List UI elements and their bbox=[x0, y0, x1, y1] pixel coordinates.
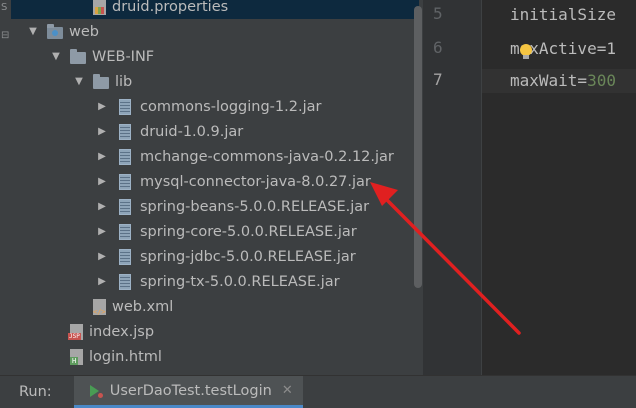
run-config-icon bbox=[88, 384, 103, 398]
collapse-arrow-icon[interactable]: ▶ bbox=[96, 251, 108, 263]
project-tree-scrollbar[interactable] bbox=[414, 6, 422, 288]
xml-file-icon bbox=[93, 298, 106, 316]
tree-item[interactable]: ▼ WEB-INF bbox=[11, 44, 419, 69]
tree-item-jar[interactable]: ▶ spring-core-5.0.0.RELEASE.jar bbox=[11, 219, 419, 244]
jar-icon bbox=[119, 223, 131, 240]
tree-item-label: druid-1.0.9.jar bbox=[140, 123, 244, 140]
expand-arrow-icon[interactable]: ▼ bbox=[27, 26, 39, 38]
folder-icon bbox=[93, 73, 109, 89]
collapse-arrow-icon[interactable]: ▶ bbox=[96, 151, 108, 163]
editor-gutter: 5 6 7 bbox=[423, 0, 482, 375]
collapse-arrow-icon[interactable]: ▶ bbox=[96, 176, 108, 188]
jsp-file-icon bbox=[68, 323, 83, 340]
line-number: 7 bbox=[433, 70, 443, 89]
tree-item-label: commons-logging-1.2.jar bbox=[140, 98, 322, 115]
tree-item[interactable]: ▼ lib bbox=[11, 69, 419, 94]
jar-icon bbox=[119, 273, 131, 290]
line-number: 6 bbox=[433, 38, 443, 57]
tree-item-jar[interactable]: ▶ spring-tx-5.0.0.RELEASE.jar bbox=[11, 269, 419, 294]
jar-icon bbox=[119, 248, 131, 265]
run-tab-userdaotest[interactable]: UserDaoTest.testLogin ✕ bbox=[73, 376, 303, 408]
tool-strip-glyph: S bbox=[1, 2, 8, 13]
close-icon[interactable]: ✕ bbox=[282, 383, 293, 398]
web-folder-icon bbox=[47, 23, 63, 39]
tree-item-label: web bbox=[69, 23, 99, 40]
tree-item-label: login.html bbox=[89, 348, 162, 365]
tree-item[interactable]: login.html bbox=[11, 344, 419, 369]
tree-item-jar[interactable]: ▶ commons-logging-1.2.jar bbox=[11, 94, 419, 119]
run-label: Run: bbox=[19, 384, 52, 400]
editor-pane[interactable]: maxWait=300 maxActive=1 initialSize bbox=[482, 0, 636, 375]
jar-icon bbox=[119, 173, 131, 190]
properties-file-icon bbox=[93, 0, 106, 15]
collapse-arrow-icon[interactable]: ▶ bbox=[96, 126, 108, 138]
collapse-arrow-icon[interactable]: ▶ bbox=[96, 101, 108, 113]
tree-item[interactable]: index.jsp bbox=[11, 319, 419, 344]
tree-item-label: spring-jdbc-5.0.0.RELEASE.jar bbox=[140, 248, 356, 265]
run-tool-window-bar: Run: UserDaoTest.testLogin ✕ bbox=[0, 375, 636, 408]
line-number: 5 bbox=[433, 4, 443, 23]
arrow-spacer bbox=[73, 301, 85, 313]
collapse-arrow-icon[interactable]: ▶ bbox=[96, 201, 108, 213]
tree-item-label: spring-tx-5.0.0.RELEASE.jar bbox=[140, 273, 340, 290]
tree-item-jar[interactable]: ▶ druid-1.0.9.jar bbox=[11, 119, 419, 144]
tree-item-label: index.jsp bbox=[89, 323, 155, 340]
tree-item-label: web.xml bbox=[112, 298, 174, 315]
code-line[interactable]: initialSize bbox=[510, 3, 616, 27]
run-tab-label: UserDaoTest.testLogin bbox=[109, 382, 272, 399]
tree-item-jar[interactable]: ▶ spring-beans-5.0.0.RELEASE.jar bbox=[11, 194, 419, 219]
tree-item-label: spring-core-5.0.0.RELEASE.jar bbox=[140, 223, 357, 240]
tree-item-jar[interactable]: ▶ mysql-connector-java-8.0.27.jar bbox=[11, 169, 419, 194]
tree-item[interactable]: web.xml bbox=[11, 294, 419, 319]
lightbulb-icon[interactable] bbox=[520, 44, 532, 60]
arrow-spacer bbox=[73, 1, 85, 13]
tree-item-label: lib bbox=[115, 73, 133, 90]
jar-icon bbox=[119, 123, 131, 140]
tree-item-jar[interactable]: ▶ spring-jdbc-5.0.0.RELEASE.jar bbox=[11, 244, 419, 269]
project-tree: druid.properties ▼ web ▼ WEB-INF ▼ lib ▶ commons… bbox=[11, 0, 419, 375]
property-key: initialSize bbox=[510, 5, 616, 24]
collapse-arrow-icon[interactable]: ▶ bbox=[96, 276, 108, 288]
tree-item-jar[interactable]: ▶ mchange-commons-java-0.2.12.jar bbox=[11, 144, 419, 169]
property-value: 300 bbox=[587, 71, 616, 90]
jar-icon bbox=[119, 198, 131, 215]
code-line[interactable]: maxWait=300 bbox=[482, 69, 636, 93]
tree-item-label: druid.properties bbox=[112, 0, 229, 15]
arrow-spacer bbox=[50, 351, 62, 363]
expand-arrow-icon[interactable]: ▼ bbox=[50, 51, 62, 63]
tool-strip-glyph: ⊟ bbox=[1, 30, 10, 41]
folder-icon bbox=[70, 48, 86, 64]
tree-item-label: mysql-connector-java-8.0.27.jar bbox=[140, 173, 371, 190]
tree-item-label: WEB-INF bbox=[92, 48, 155, 65]
tree-item-label: mchange-commons-java-0.2.12.jar bbox=[140, 148, 394, 165]
tree-item[interactable]: ▼ web bbox=[11, 19, 419, 44]
jar-icon bbox=[119, 148, 131, 165]
html-file-icon bbox=[70, 348, 83, 365]
arrow-spacer bbox=[50, 326, 62, 338]
expand-arrow-icon[interactable]: ▼ bbox=[73, 76, 85, 88]
collapse-arrow-icon[interactable]: ▶ bbox=[96, 226, 108, 238]
property-key: maxWait= bbox=[510, 71, 588, 90]
tree-item-label: spring-beans-5.0.0.RELEASE.jar bbox=[140, 198, 370, 215]
jar-icon bbox=[119, 98, 131, 115]
tree-item[interactable]: druid.properties bbox=[11, 0, 419, 19]
